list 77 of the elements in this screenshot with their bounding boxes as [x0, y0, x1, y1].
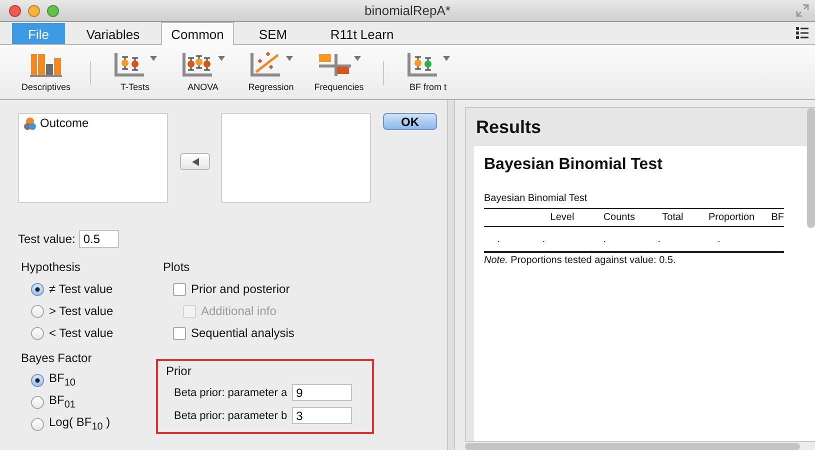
test-value-field[interactable]: 0.5 [79, 230, 120, 248]
fullscreen-icon[interactable] [796, 4, 809, 17]
table-cell: . [542, 234, 546, 245]
splitter-handle[interactable] [448, 100, 455, 450]
option-label[interactable]: BF$_{10}$ [49, 371, 76, 389]
tab[interactable]: Variables [65, 23, 161, 45]
section-heading: Prior [166, 364, 192, 378]
scatter-line-icon [249, 51, 283, 77]
menu-icon[interactable] [796, 27, 809, 39]
option-label[interactable]: ≠ Test value [49, 282, 113, 296]
tab[interactable]: Common [161, 22, 234, 45]
option-label[interactable]: Sequential analysis [191, 326, 294, 340]
section-heading: Plots [163, 260, 191, 274]
toolbar-button[interactable]: Regression [239, 51, 303, 99]
results-title: Results [475, 116, 542, 139]
target-list[interactable] [221, 113, 371, 203]
table-cell: . [497, 234, 500, 245]
radio-button[interactable] [31, 418, 44, 430]
parameter-field[interactable]: 3 [292, 407, 352, 424]
table-note: Note. Proportions tested against value: 0.5. [484, 255, 677, 266]
caret-icon[interactable] [354, 56, 361, 61]
table-cell: . [603, 234, 606, 245]
move-button[interactable] [180, 153, 210, 170]
block-icon [317, 51, 351, 77]
nominal-variable-icon [23, 116, 36, 130]
radio-button[interactable] [31, 304, 44, 318]
column-header: Counts [603, 212, 636, 223]
table-cell: . [718, 234, 720, 245]
variable-name[interactable]: Outcome [40, 116, 89, 130]
error-bar-icon [113, 51, 147, 77]
zoom-button[interactable] [47, 4, 59, 16]
column-header: Total [662, 212, 684, 223]
scrollbar[interactable] [807, 108, 815, 228]
caret-icon[interactable] [218, 56, 225, 61]
option-label[interactable]: BF$_{01}$ [49, 393, 76, 411]
close-button[interactable] [9, 4, 21, 16]
tab[interactable]: R11t Learn [312, 23, 412, 45]
field-label: Beta prior: parameter b [174, 410, 288, 422]
column-header: Level [550, 212, 574, 223]
checkbox[interactable] [173, 326, 186, 340]
section-heading: Hypothesis [21, 260, 82, 274]
ok-button[interactable]: OK [383, 113, 437, 130]
radio-button[interactable] [31, 374, 44, 386]
checkbox[interactable] [173, 282, 186, 296]
analysis-title: Bayesian Binomial Test [484, 156, 662, 174]
caret-icon[interactable] [286, 56, 293, 61]
window-title: binomialRepA* [364, 3, 450, 18]
column-header: BF [771, 212, 784, 223]
option-label[interactable]: Prior and posterior [191, 282, 290, 296]
left-arrow-icon [192, 158, 198, 166]
option-label[interactable]: < Test value [49, 326, 114, 340]
toolbar-button[interactable]: Descriptives [14, 51, 78, 99]
tab[interactable]: SEM [234, 23, 312, 45]
table-caption: Bayesian Binomial Test [484, 193, 588, 204]
radio-button[interactable] [31, 326, 44, 340]
bar-chart-icon [29, 51, 63, 77]
field-label: Beta prior: parameter a [174, 386, 288, 398]
minimize-button[interactable] [28, 4, 40, 16]
toolbar-button[interactable]: ANOVA [171, 51, 235, 99]
table-cell: . [658, 234, 661, 245]
caret-icon[interactable] [150, 56, 157, 61]
toolbar-button[interactable]: T-Tests [103, 51, 167, 99]
error-bar-icon [406, 51, 440, 77]
caret-icon[interactable] [443, 56, 450, 61]
radio-button[interactable] [31, 282, 44, 296]
option-label[interactable]: > Test value [49, 304, 114, 318]
section-heading: Bayes Factor [21, 351, 93, 365]
toolbar-button[interactable]: BF from t [396, 51, 460, 99]
toolbar-button[interactable]: Frequencies [307, 51, 371, 99]
variable-list[interactable]: Outcome [18, 113, 168, 203]
parameter-field[interactable]: 9 [292, 384, 352, 401]
field-label: Test value: [18, 232, 76, 246]
radio-button[interactable] [31, 396, 44, 408]
error-bar-icon [181, 51, 215, 77]
option-label[interactable]: Log( BF$_{10}$ ) [49, 415, 110, 433]
column-header: Proportion [708, 212, 755, 223]
scrollbar[interactable] [465, 443, 800, 450]
